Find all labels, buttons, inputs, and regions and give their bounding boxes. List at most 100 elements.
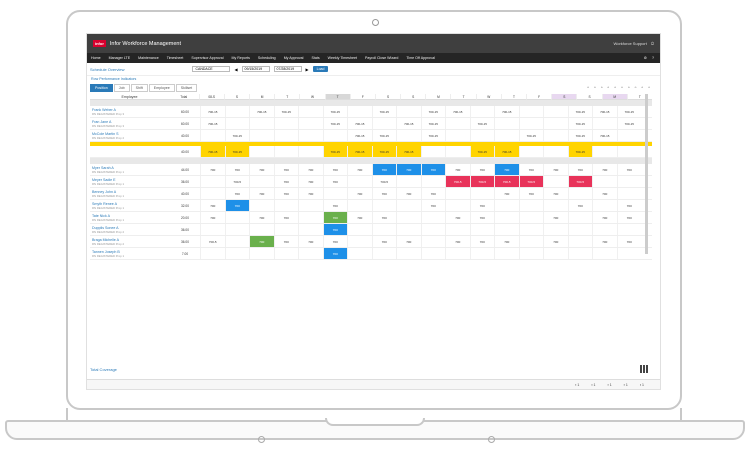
- calendar-icon[interactable]: ▫: [594, 85, 596, 91]
- shift-cell[interactable]: 700-5: [371, 176, 397, 187]
- shift-cell[interactable]: [445, 248, 470, 259]
- shift-cell[interactable]: 700-15: [494, 106, 519, 117]
- flag-icon[interactable]: ▪ 1: [640, 383, 644, 387]
- shift-cell[interactable]: [469, 224, 495, 235]
- shift-cell[interactable]: 700: [616, 236, 642, 247]
- shift-cell[interactable]: 700-15: [567, 146, 592, 157]
- shift-cell[interactable]: 700: [322, 224, 347, 235]
- shift-cell[interactable]: 700: [469, 164, 495, 175]
- shift-cell[interactable]: [567, 212, 593, 223]
- shift-cell[interactable]: 700: [224, 164, 250, 175]
- employee-cell[interactable]: Tannen Joseph B RN REGISTERED Prop 1: [90, 248, 170, 259]
- shift-cell[interactable]: [543, 200, 568, 211]
- shift-cell[interactable]: 700: [592, 188, 617, 199]
- total-coverage-link[interactable]: Total Coverage: [90, 367, 117, 372]
- shift-cell[interactable]: [273, 248, 299, 259]
- shift-cell[interactable]: [469, 130, 495, 141]
- next-arrow-icon[interactable]: ▶: [306, 67, 309, 72]
- shift-cell[interactable]: [249, 176, 274, 187]
- shift-cell[interactable]: 700: [543, 212, 568, 223]
- shift-cell[interactable]: [200, 176, 225, 187]
- shift-cell[interactable]: 700: [543, 236, 568, 247]
- shift-cell[interactable]: [543, 248, 568, 259]
- shift-cell[interactable]: [592, 176, 617, 187]
- shift-cell[interactable]: [616, 188, 642, 199]
- shift-cell[interactable]: 700-15: [469, 146, 494, 157]
- shift-cell[interactable]: 700-15: [420, 106, 446, 117]
- shift-cell[interactable]: [298, 224, 323, 235]
- shift-cell[interactable]: 700-15: [371, 106, 397, 117]
- shift-cell[interactable]: [518, 146, 544, 157]
- shift-cell[interactable]: 700-15: [616, 118, 642, 129]
- shift-cell[interactable]: 700: [249, 236, 274, 247]
- load-button[interactable]: Load: [312, 66, 329, 72]
- shift-cell[interactable]: [543, 176, 568, 187]
- day-header[interactable]: M: [601, 94, 627, 100]
- shift-cell[interactable]: 700: [322, 164, 348, 175]
- shift-cell[interactable]: [567, 188, 593, 199]
- shift-cell[interactable]: [445, 118, 470, 129]
- shift-cell[interactable]: [273, 146, 299, 157]
- shift-cell[interactable]: [518, 248, 544, 259]
- shift-cell[interactable]: [298, 146, 323, 157]
- shift-cell[interactable]: [420, 224, 446, 235]
- shift-cell[interactable]: 700: [322, 176, 348, 187]
- row-performance-link[interactable]: Row Performance Indicators: [87, 76, 660, 84]
- shift-cell[interactable]: [396, 200, 421, 211]
- shift-cell[interactable]: 700: [445, 164, 470, 175]
- shift-cell[interactable]: [469, 106, 495, 117]
- shift-cell[interactable]: [494, 200, 519, 211]
- shift-cell[interactable]: 700-15: [347, 146, 372, 157]
- shift-cell[interactable]: [543, 146, 568, 157]
- shift-cell[interactable]: [494, 130, 519, 141]
- day-header[interactable]: F: [526, 94, 552, 100]
- employee-cell[interactable]: Myer Sarah A RN REGISTERED Prop 1: [90, 164, 170, 175]
- help-icon[interactable]: ?: [652, 56, 654, 60]
- end-date-field[interactable]: 07/28/2019: [273, 66, 302, 72]
- clock-icon[interactable]: ▪ 1: [624, 383, 628, 387]
- shift-cell[interactable]: 700: [518, 164, 544, 175]
- shift-cell[interactable]: [347, 236, 372, 247]
- shift-cell[interactable]: 700: [200, 212, 225, 223]
- day-header[interactable]: F: [349, 94, 375, 100]
- doc-icon[interactable]: ▪ 1: [607, 383, 611, 387]
- shift-cell[interactable]: 700-15: [567, 130, 593, 141]
- shift-cell[interactable]: 700-15: [592, 106, 617, 117]
- day-header[interactable]: 08-S: [198, 94, 224, 100]
- shift-cell[interactable]: 700-15: [420, 118, 446, 129]
- shift-cell[interactable]: 700: [469, 200, 495, 211]
- zoom-icon[interactable]: ▫: [628, 85, 630, 91]
- shift-cell[interactable]: 700-15: [273, 106, 299, 117]
- nav-item[interactable]: My Approval: [284, 56, 304, 60]
- employee-cell[interactable]: McCole Martin S RN REGISTERED Prop 2: [90, 130, 170, 141]
- shift-cell[interactable]: 700-5: [200, 236, 225, 247]
- shift-cell[interactable]: [396, 212, 421, 223]
- shift-cell[interactable]: 700: [396, 188, 421, 199]
- nav-item[interactable]: Supervisor Approval: [191, 56, 223, 60]
- shift-cell[interactable]: 700: [224, 188, 250, 199]
- shift-cell[interactable]: [592, 146, 617, 157]
- shift-cell[interactable]: [543, 224, 568, 235]
- employee-cell[interactable]: Dupplis Sonee A RN REGISTERED Prop 2: [90, 224, 170, 235]
- shift-cell[interactable]: 700-15: [396, 118, 421, 129]
- tab-position[interactable]: Position: [90, 84, 113, 92]
- shift-cell[interactable]: 700: [518, 188, 544, 199]
- shift-cell[interactable]: 700: [445, 212, 470, 223]
- save-icon[interactable]: ▫: [648, 85, 650, 91]
- shift-cell[interactable]: [249, 118, 274, 129]
- shift-cell[interactable]: [494, 118, 519, 129]
- shift-cell[interactable]: [420, 248, 446, 259]
- shift-cell[interactable]: [616, 176, 642, 187]
- shift-cell[interactable]: 700: [200, 200, 225, 211]
- shift-cell[interactable]: [273, 118, 299, 129]
- shift-cell[interactable]: 700: [592, 236, 617, 247]
- employee-cell[interactable]: Meyer Sadie E RN REGISTERED Prop 1: [90, 176, 170, 187]
- shift-cell[interactable]: 700-15: [420, 130, 446, 141]
- shift-cell[interactable]: [200, 188, 225, 199]
- shift-cell[interactable]: [445, 224, 470, 235]
- shift-cell[interactable]: 700-5: [469, 176, 494, 187]
- shift-cell[interactable]: [420, 176, 446, 187]
- shift-cell[interactable]: 700-5: [445, 176, 470, 187]
- shift-cell[interactable]: [298, 130, 323, 141]
- tab-job[interactable]: Job: [113, 84, 130, 92]
